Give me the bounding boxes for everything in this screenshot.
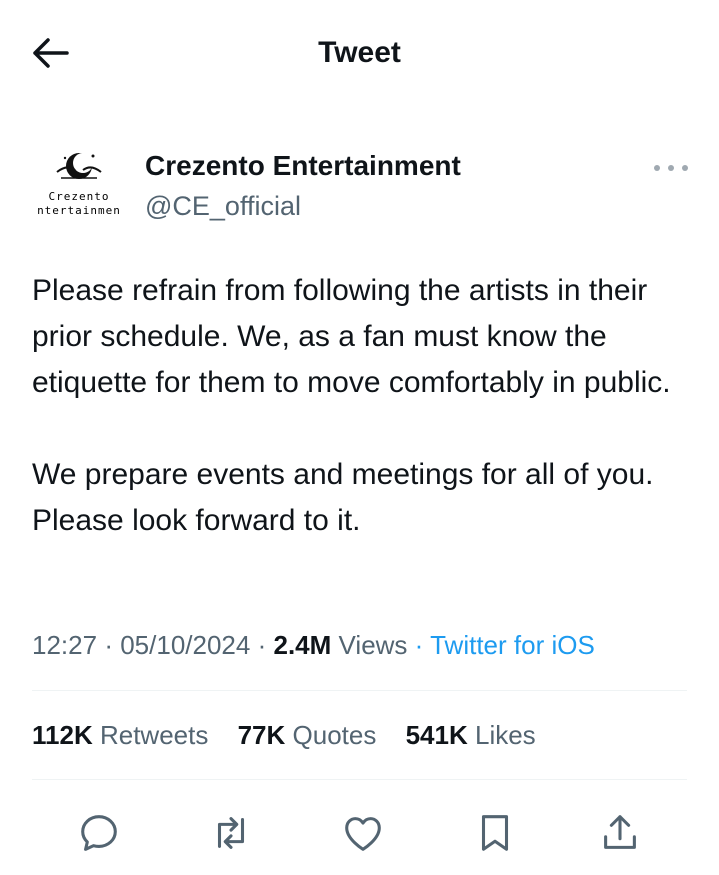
views-count: 2.4M — [273, 630, 332, 660]
tweet-date[interactable]: 05/10/2024 — [120, 630, 250, 660]
meta-separator: · — [104, 630, 113, 660]
top-bar: Tweet — [0, 0, 719, 110]
tweet-actions-bar — [0, 800, 719, 860]
author-display-name[interactable]: Crezento Entertainment — [145, 150, 461, 182]
page-title: Tweet — [318, 36, 401, 69]
more-options-button[interactable] — [652, 158, 692, 178]
divider — [32, 779, 687, 780]
more-dot-icon — [654, 165, 660, 171]
meta-separator: · — [414, 630, 424, 660]
retweets-count: 112K — [32, 720, 93, 750]
views-label: Views — [338, 630, 408, 660]
likes-label: Likes — [474, 720, 536, 750]
share-icon — [604, 815, 636, 849]
bookmark-icon — [481, 815, 509, 851]
tweet-text: Please refrain from following the artist… — [32, 274, 671, 537]
retweets-stat[interactable]: 112K Retweets — [32, 720, 208, 751]
quotes-stat[interactable]: 77K Quotes — [238, 720, 377, 751]
reply-button[interactable] — [76, 810, 122, 856]
quotes-count: 77K — [237, 720, 286, 750]
like-button[interactable] — [340, 810, 386, 856]
tweet-source-link[interactable]: Twitter for iOS — [430, 630, 595, 660]
tweet-stats: 112K Retweets 77K Quotes 541K Likes — [32, 720, 558, 751]
divider — [32, 690, 687, 691]
meta-separator: · — [257, 630, 267, 660]
tweet-meta: 12:27 · 05/10/2024 · 2.4M Views · Twitte… — [32, 630, 595, 661]
reply-icon — [81, 815, 117, 851]
more-dot-icon — [682, 165, 688, 171]
likes-stat[interactable]: 541K Likes — [406, 720, 536, 751]
more-dot-icon — [668, 165, 674, 171]
author-handle[interactable]: @CE_official — [145, 191, 301, 222]
retweet-button[interactable] — [208, 810, 254, 856]
share-button[interactable] — [597, 810, 643, 856]
tweet-time[interactable]: 12:27 — [32, 630, 97, 660]
retweets-label: Retweets — [99, 720, 209, 750]
logo-icon — [56, 153, 102, 179]
logo-text-line2: ntertainmen — [37, 204, 121, 217]
like-icon — [345, 817, 381, 851]
retweet-icon — [217, 817, 245, 849]
avatar[interactable]: Crezento ntertainmen — [33, 150, 125, 220]
likes-count: 541K — [405, 720, 468, 750]
logo-text-line1: Crezento — [48, 190, 110, 203]
bookmark-button[interactable] — [472, 810, 518, 856]
quotes-label: Quotes — [292, 720, 377, 750]
